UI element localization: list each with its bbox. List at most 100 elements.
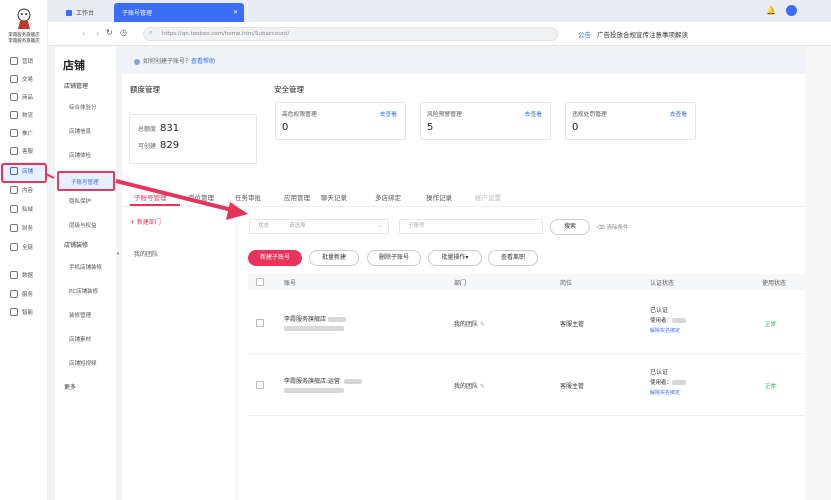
sidebar-decor-item-1[interactable]: PC店铺装修	[69, 287, 98, 295]
department-panel: + 新建部门 我的团队	[122, 207, 237, 500]
unbind-link[interactable]: 解除实名绑定	[650, 390, 680, 396]
batch-operation-button[interactable]: 批量操作▾	[428, 250, 482, 266]
dept-name: 我的团队	[454, 383, 479, 390]
close-icon[interactable]: ✕	[233, 9, 238, 16]
account-name: 李霞服务旗舰店:运营.	[284, 378, 342, 385]
sidebar-item-4[interactable]: 隐私保护	[69, 197, 91, 205]
role-cell: 客服主管	[560, 321, 585, 328]
help-link[interactable]: 查看帮助	[191, 58, 215, 65]
collapse-sidebar-icon[interactable]: ◂	[116, 250, 119, 257]
leftbar-item-0[interactable]: 营销	[0, 52, 48, 70]
account-search-input[interactable]: 子账号	[399, 219, 543, 234]
user-icon[interactable]	[786, 5, 797, 16]
leftbar-item-9[interactable]: 财务	[0, 219, 48, 237]
use-status: 正常	[765, 322, 777, 328]
sidebar-decor-item-0[interactable]: 手机店铺装修	[69, 263, 102, 271]
col-account: 账号	[284, 280, 297, 287]
quota-total: 总额度 831	[138, 123, 179, 134]
scrollbar[interactable]	[805, 47, 831, 500]
leftbar-item-8[interactable]: 私域	[0, 200, 48, 218]
leftbar-item-6[interactable]: 店铺	[0, 162, 48, 180]
team-item[interactable]: 我的团队	[134, 249, 158, 258]
clear-filters-button[interactable]: ⌫ 清除条件	[597, 223, 629, 231]
new-subaccount-button[interactable]: 新建子账号	[248, 250, 302, 266]
sidebar-decor-item-3[interactable]: 店铺素材	[69, 335, 91, 343]
select-all-checkbox[interactable]	[256, 278, 264, 286]
grid-icon	[10, 290, 18, 298]
leftbar-item-11[interactable]: 数据	[0, 266, 48, 284]
card-link[interactable]: 去查看	[380, 109, 397, 118]
auth-status: 已认证	[650, 369, 669, 376]
row-checkbox[interactable]	[256, 319, 264, 327]
leftbar-item-4[interactable]: 推广	[0, 124, 48, 142]
unbind-link[interactable]: 解除实名绑定	[650, 328, 680, 334]
tab-7[interactable]: 帐户设置	[475, 192, 501, 202]
search-icon: ⌕	[149, 29, 153, 36]
reload-icon[interactable]: ↻	[106, 28, 113, 37]
leftbar-item-2[interactable]: 商品	[0, 88, 48, 106]
delete-subaccount-button[interactable]: 删除子账号	[367, 250, 421, 266]
forward-icon[interactable]: ›	[96, 29, 99, 38]
tab-2[interactable]: 任务审批	[235, 192, 261, 202]
notification-icon[interactable]: 🔔	[766, 6, 776, 16]
tab-1[interactable]: 岗位管理	[188, 192, 214, 202]
sidebar-decor-item-4[interactable]: 店铺短视频	[69, 359, 97, 367]
tab-3[interactable]: 应用管理	[284, 192, 310, 202]
sidebar-decor-item-2[interactable]: 装修管理	[69, 311, 91, 319]
main-panel: 如何创建子账号？查看帮助 额度管理 总额度 831 可创建 829 安全管理 高危权…	[122, 47, 805, 500]
sidebar-group-shop-manage[interactable]: 店铺管理	[64, 81, 88, 90]
leftbar-item-1[interactable]: 交易	[0, 70, 48, 88]
leftbar-item-12[interactable]: 服务	[0, 285, 48, 303]
history-icon[interactable]: ◷	[120, 28, 127, 37]
leftbar-item-13[interactable]: 智能	[0, 303, 48, 321]
leftbar-item-10[interactable]: 全链	[0, 238, 48, 256]
notice-banner[interactable]: 公告 广告投放合规宣传注意事项解读	[578, 29, 688, 39]
card-value: 0	[282, 122, 289, 133]
leftbar-item-label: 私域	[22, 207, 34, 213]
sidebar-item-0[interactable]: 综合体验分	[69, 103, 97, 111]
account-name: 李霞服务旗舰店	[284, 316, 327, 323]
table-row[interactable]: 李霞服务旗舰店 我的团队 ✎ 客服主管 已认证 使用者： 解除实名绑定 正常	[248, 292, 805, 354]
tab-0[interactable]: 子账号管理	[134, 192, 167, 202]
left-nav-bar: 李霞服务旗舰店 李霞服务旗舰店 营销 交易 商品 物流 推广 客服 店铺 内容 私域 财务 全链 数据…	[0, 0, 48, 500]
info-icon	[134, 58, 140, 65]
sidebar-item-2[interactable]: 店铺体检	[69, 151, 91, 159]
auth-cell: 已认证 使用者： 解除实名绑定	[650, 306, 687, 336]
card-value: 0	[572, 122, 579, 133]
tab-4[interactable]: 聊天记录	[321, 192, 347, 202]
tab-5[interactable]: 多店绑定	[375, 192, 401, 202]
leftbar-item-label: 数据	[22, 273, 34, 279]
edit-icon[interactable]: ✎	[480, 383, 485, 390]
shop-avatar[interactable]	[16, 8, 32, 30]
card-link[interactable]: 去查看	[670, 109, 687, 118]
row-checkbox[interactable]	[256, 381, 264, 389]
sidebar-item-1[interactable]: 店铺信息	[69, 127, 91, 135]
edit-icon[interactable]: ✎	[480, 321, 485, 328]
status-select[interactable]: 状态 请选择 ⌄	[249, 219, 389, 234]
leftbar-item-5[interactable]: 客服	[0, 142, 48, 160]
col-use-status: 使用状态	[762, 280, 787, 287]
user-label: 使用者：	[650, 380, 673, 386]
url-input[interactable]: https://qn.taobao.com/home.htm/Subaccoun…	[143, 27, 558, 41]
view-resigned-button[interactable]: 查看离职	[488, 250, 538, 266]
leftbar-item-7[interactable]: 内容	[0, 181, 48, 199]
batch-create-button[interactable]: 批量新建	[309, 250, 359, 266]
sidebar-item-5[interactable]: 层级与权益	[69, 221, 97, 229]
tab-6[interactable]: 操作记录	[426, 192, 452, 202]
leftbar-item-3[interactable]: 物流	[0, 106, 48, 124]
card-link[interactable]: 去查看	[525, 109, 542, 118]
table-row[interactable]: 李霞服务旗舰店:运营. 我的团队 ✎ 客服主管 已认证 使用者： 解除实名绑定 正常	[248, 354, 805, 416]
sidebar-more[interactable]: 更多	[64, 382, 76, 391]
notice-text: 广告投放合规宣传注意事项解读	[597, 31, 688, 39]
sidebar-item-3[interactable]: 子账号管理	[57, 171, 115, 191]
leftbar-item-label: 全链	[22, 245, 34, 251]
home-icon	[66, 9, 72, 16]
sidebar-group-decoration[interactable]: 店铺装修	[64, 240, 88, 249]
search-button[interactable]: 搜索	[550, 219, 590, 235]
department-cell: 我的团队 ✎	[454, 381, 485, 390]
add-department-button[interactable]: + 新建部门	[130, 217, 161, 226]
back-icon[interactable]: ‹	[82, 29, 85, 38]
leftbar-item-label: 商品	[22, 95, 34, 101]
tab-subaccount[interactable]: 子账号管理 ✕	[114, 3, 244, 22]
notice-label: 公告	[578, 31, 591, 39]
